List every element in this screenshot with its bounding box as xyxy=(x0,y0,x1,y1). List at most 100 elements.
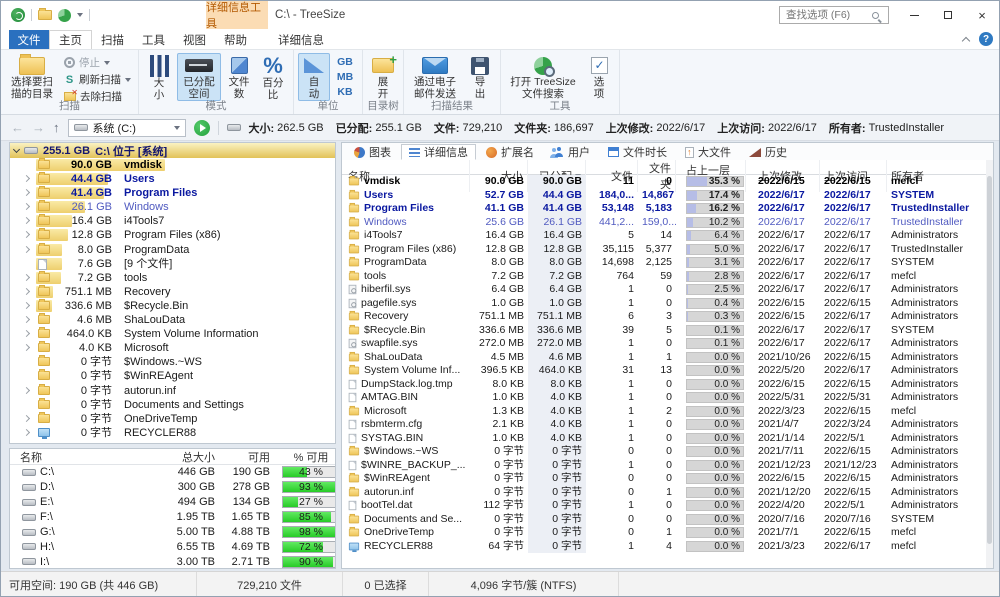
up-icon[interactable]: ↑ xyxy=(53,120,60,135)
maximize-button[interactable] xyxy=(931,1,965,29)
details-tab[interactable]: 扩展名 xyxy=(478,144,542,160)
mode-percent-button[interactable]: 百分 比 xyxy=(257,53,289,101)
unit-auto-button[interactable]: 自 动 xyxy=(298,53,330,101)
tree-item[interactable]: 0 字节 OneDriveTemp xyxy=(10,412,335,426)
table-row[interactable]: pagefile.sys 1.0 GB 1.0 GB 1 0 0.4 % 202… xyxy=(342,297,993,311)
column-header[interactable]: 名称 xyxy=(10,449,130,465)
qat-dropdown-icon[interactable] xyxy=(77,13,83,17)
expander-icon[interactable] xyxy=(23,217,30,224)
table-row[interactable]: $WinREAgent 0 字节 0 字节 0 0 0.0 % 2022/6/1… xyxy=(342,472,993,486)
tree-item[interactable]: 751.1 MB Recovery xyxy=(10,285,335,299)
select-directories-button[interactable]: 选择要扫 描的目录 xyxy=(5,53,59,101)
table-row[interactable]: Recovery 751.1 MB 751.1 MB 6 3 0.3 % 202… xyxy=(342,310,993,324)
expander-icon[interactable] xyxy=(23,429,30,436)
expander-icon[interactable] xyxy=(23,246,30,253)
tree-item[interactable]: 41.4 GB Program Files xyxy=(10,186,335,200)
table-row[interactable]: $WINRE_BACKUP_... 0 字节 0 字节 1 0 0.0 % 20… xyxy=(342,459,993,473)
table-row[interactable]: Microsoft 1.3 KB 4.0 KB 1 2 0.0 % 2022/3… xyxy=(342,405,993,419)
tree-item[interactable]: 12.8 GB Program Files (x86) xyxy=(10,228,335,242)
table-row[interactable]: tools 7.2 GB 7.2 GB 764 59 2.8 % 2022/6/… xyxy=(342,270,993,284)
tree-item[interactable]: 0 字节 Documents and Settings xyxy=(10,398,335,412)
expander-icon[interactable] xyxy=(23,288,30,295)
mode-allocated-button[interactable]: 已分配 空间 xyxy=(177,53,221,101)
drives-header[interactable]: 名称 总大小 可用 % 可用 xyxy=(10,449,335,465)
menu-tab[interactable]: 扫描 xyxy=(92,30,133,49)
details-tab[interactable]: 图表 xyxy=(346,144,399,160)
table-row[interactable]: ProgramData 8.0 GB 8.0 GB 14,698 2,125 3… xyxy=(342,256,993,270)
treesize-icon[interactable] xyxy=(58,9,71,22)
expander-icon[interactable] xyxy=(23,386,30,393)
expander-icon[interactable] xyxy=(23,189,30,196)
table-row[interactable]: Documents and Se... 0 字节 0 字节 0 0 0.0 % … xyxy=(342,513,993,527)
unit-kb-button[interactable]: KB xyxy=(332,85,358,99)
table-row[interactable]: i4Tools7 16.4 GB 16.4 GB 5 14 6.4 % 2022… xyxy=(342,229,993,243)
file-search-button[interactable]: 打开 TreeSize 文件搜索 xyxy=(505,53,581,101)
tree-item[interactable]: 0 字节 $Windows.~WS xyxy=(10,355,335,369)
mode-filecount-button[interactable]: 文件 数 xyxy=(223,53,255,101)
tree-root-row[interactable]: 255.1 GB C:\ 位于 [系统] xyxy=(10,143,335,158)
refresh-scan-button[interactable]: 刷新扫描 xyxy=(61,72,134,87)
tree-item[interactable]: 4.6 MB ShaLouData xyxy=(10,313,335,327)
tree-item[interactable]: 8.0 GB ProgramData xyxy=(10,243,335,257)
start-scan-icon[interactable] xyxy=(194,120,210,136)
tree-item[interactable]: 0 字节 $WinREAgent xyxy=(10,369,335,383)
expander-icon[interactable] xyxy=(23,203,30,210)
drive-row[interactable]: D:\ 300 GB 278 GB 93 % xyxy=(10,480,335,495)
expander-icon[interactable] xyxy=(23,316,30,323)
search-options-box[interactable] xyxy=(779,6,889,24)
table-row[interactable]: DumpStack.log.tmp 8.0 KB 8.0 KB 1 0 0.0 … xyxy=(342,378,993,392)
table-row[interactable]: autorun.inf 0 字节 0 字节 0 1 0.0 % 2021/12/… xyxy=(342,486,993,500)
menu-tab[interactable]: 工具 xyxy=(133,30,174,49)
table-row[interactable]: Program Files (x86) 12.8 GB 12.8 GB 35,1… xyxy=(342,243,993,257)
contextual-tab-header[interactable]: 详细信息工具 xyxy=(206,1,268,29)
table-row[interactable]: bootTel.dat 112 字节 0 字节 1 0 0.0 % 2022/4… xyxy=(342,499,993,513)
tree-item[interactable]: 0 字节 RECYCLER88 xyxy=(10,426,335,440)
table-row[interactable]: Windows 25.6 GB 26.1 GB 441,2... 159,0..… xyxy=(342,216,993,230)
tree-item[interactable]: 7.2 GB tools xyxy=(10,271,335,285)
details-tab[interactable]: 大文件 xyxy=(677,144,739,160)
tree-item[interactable]: 0 字节 autorun.inf xyxy=(10,384,335,398)
unit-mb-button[interactable]: MB xyxy=(332,70,358,84)
drive-row[interactable]: G:\ 5.00 TB 4.88 TB 98 % xyxy=(10,525,335,540)
table-row[interactable]: System Volume Inf... 396.5 KB 464.0 KB 3… xyxy=(342,364,993,378)
menu-tab[interactable]: 主页 xyxy=(49,30,92,49)
mode-size-button[interactable]: 大 小 xyxy=(143,53,175,101)
search-icon[interactable] xyxy=(872,12,879,19)
scrollbar-thumb[interactable] xyxy=(987,176,992,544)
export-button[interactable]: 导 出 xyxy=(464,53,496,101)
expander-icon[interactable] xyxy=(23,415,30,422)
table-row[interactable]: rsbmterm.cfg 2.1 KB 4.0 KB 1 0 0.0 % 202… xyxy=(342,418,993,432)
table-row[interactable]: $Windows.~WS 0 字节 0 字节 0 0 0.0 % 2021/7/… xyxy=(342,445,993,459)
vertical-scrollbar[interactable] xyxy=(986,160,993,568)
drive-row[interactable]: E:\ 494 GB 134 GB 27 % xyxy=(10,495,335,510)
expand-tree-button[interactable]: 展 开 xyxy=(367,53,399,101)
table-row[interactable]: OneDriveTemp 0 字节 0 字节 0 1 0.0 % 2021/7/… xyxy=(342,526,993,540)
menu-tab[interactable]: 视图 xyxy=(174,30,215,49)
expander-icon[interactable] xyxy=(23,344,30,351)
menu-tab[interactable]: 帮助 xyxy=(215,30,256,49)
table-row[interactable]: vmdisk 90.0 GB 90.0 GB 11 0 35.3 % 2022/… xyxy=(342,175,993,189)
table-row[interactable]: hiberfil.sys 6.4 GB 6.4 GB 1 0 2.5 % 202… xyxy=(342,283,993,297)
table-row[interactable]: $Recycle.Bin 336.6 MB 336.6 MB 39 5 0.1 … xyxy=(342,324,993,338)
tree-item[interactable]: 44.4 GB Users xyxy=(10,172,335,186)
send-email-button[interactable]: 通过电子 邮件发送 xyxy=(408,53,462,101)
tree-item[interactable]: 16.4 GB i4Tools7 xyxy=(10,214,335,228)
options-button[interactable]: 选 项 xyxy=(583,53,615,101)
details-tab[interactable]: 详细信息 xyxy=(401,144,476,160)
tree-item[interactable]: 464.0 KB System Volume Information xyxy=(10,327,335,341)
minimize-button[interactable] xyxy=(897,1,931,29)
column-header[interactable]: 总大小 xyxy=(130,449,215,465)
tree-item[interactable]: 26.1 GB Windows xyxy=(10,200,335,214)
table-row[interactable]: RECYCLER88 64 字节 0 字节 1 4 0.0 % 2021/3/2… xyxy=(342,540,993,554)
stop-scan-button[interactable]: 停止 xyxy=(61,55,134,70)
expander-icon[interactable] xyxy=(23,330,30,337)
table-row[interactable]: SYSTAG.BIN 1.0 KB 4.0 KB 1 0 0.0 % 2021/… xyxy=(342,432,993,446)
drive-row[interactable]: H:\ 6.55 TB 4.69 TB 72 % xyxy=(10,539,335,554)
back-icon[interactable]: ← xyxy=(11,120,24,135)
open-folder-icon[interactable] xyxy=(38,10,52,20)
table-row[interactable]: swapfile.sys 272.0 MB 272.0 MB 1 0 0.1 %… xyxy=(342,337,993,351)
close-button[interactable]: × xyxy=(965,1,999,29)
tree-item[interactable]: 4.0 KB Microsoft xyxy=(10,341,335,355)
drive-row[interactable]: I:\ 3.00 TB 2.71 TB 90 % xyxy=(10,554,335,569)
tree-item[interactable]: 336.6 MB $Recycle.Bin xyxy=(10,299,335,313)
